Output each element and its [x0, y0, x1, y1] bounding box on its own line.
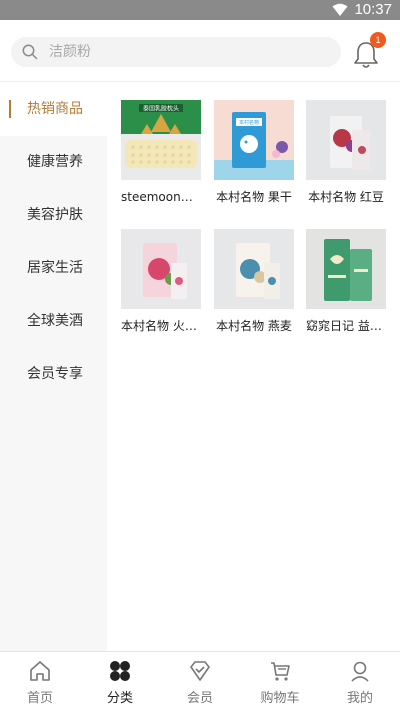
sidebar-item-health[interactable]: 健康营养 [0, 136, 107, 189]
status-bar: 10:37 [0, 0, 400, 20]
header: 1 [0, 20, 400, 82]
fruit-snack-product-image: 本村名物 [214, 100, 294, 180]
profile-icon [351, 661, 369, 682]
product-name: 本村名物 燕麦 [216, 319, 292, 333]
product-name: steemoon系列乳胶枕 [121, 190, 201, 204]
tab-profile[interactable]: 我的 [320, 652, 400, 712]
product-card[interactable]: 泰国乳胶枕头 steemoon系列乳胶枕 [121, 100, 203, 205]
category-icon [110, 661, 130, 681]
search-icon [22, 44, 38, 60]
product-name: 本村名物 火龙果 [121, 319, 201, 333]
tab-label: 会员 [186, 691, 213, 706]
tab-label: 我的 [346, 691, 373, 706]
product-name: 本村名物 红豆 [308, 190, 384, 204]
tab-cart[interactable]: 购物车 [240, 652, 320, 712]
home-icon [30, 661, 50, 681]
sidebar-item-wine[interactable]: 全球美酒 [0, 295, 107, 348]
product-card[interactable]: 本村名物 本村名物 果干 [214, 100, 296, 205]
wifi-icon [332, 3, 348, 16]
product-card[interactable]: 本村名物 燕麦 [214, 229, 296, 334]
slim-diary-product-image [306, 229, 386, 309]
member-icon [190, 661, 210, 681]
tab-category[interactable]: 分类 [80, 652, 160, 712]
tab-member[interactable]: 会员 [160, 652, 240, 712]
notification-button[interactable]: 1 [352, 32, 386, 68]
tab-label: 购物车 [260, 691, 300, 706]
box-text: 泰国乳胶枕头 [143, 105, 179, 113]
bottom-tab-bar: 首页 分类 会员 购物车 我的 [0, 651, 400, 711]
product-card[interactable]: 窈窕日记 益生菌 [306, 229, 388, 334]
dragon-fruit-product-image [121, 229, 201, 309]
category-sidebar: 热销商品 健康营养 美容护肤 居家生活 全球美酒 会员专享 [0, 83, 107, 651]
latex-pillow-product-image: 泰国乳胶枕头 [121, 100, 201, 180]
oat-product-image [214, 229, 294, 309]
search-bar[interactable] [11, 37, 341, 67]
sidebar-item-home[interactable]: 居家生活 [0, 242, 107, 295]
tab-label: 分类 [106, 691, 133, 706]
product-name: 本村名物 果干 [216, 190, 292, 204]
tab-home[interactable]: 首页 [0, 652, 80, 712]
notification-badge: 1 [370, 32, 386, 48]
sidebar-item-hot[interactable]: 热销商品 [0, 83, 107, 136]
cart-icon [271, 662, 290, 681]
box-text: 本村名物 [239, 119, 259, 126]
red-bean-product-image [306, 100, 386, 180]
product-name: 窈窕日记 益生菌 [306, 319, 386, 333]
sidebar-item-member[interactable]: 会员专享 [0, 348, 107, 401]
status-time: 10:37 [354, 1, 392, 18]
product-grid: 泰国乳胶枕头 steemoon系列乳胶枕 本村名物 本村名物 果干 [107, 83, 400, 651]
search-input[interactable] [49, 37, 329, 67]
sidebar-item-beauty[interactable]: 美容护肤 [0, 189, 107, 242]
product-card[interactable]: 本村名物 火龙果 [121, 229, 203, 334]
product-card[interactable]: 本村名物 红豆 [306, 100, 388, 205]
tab-label: 首页 [26, 691, 53, 706]
